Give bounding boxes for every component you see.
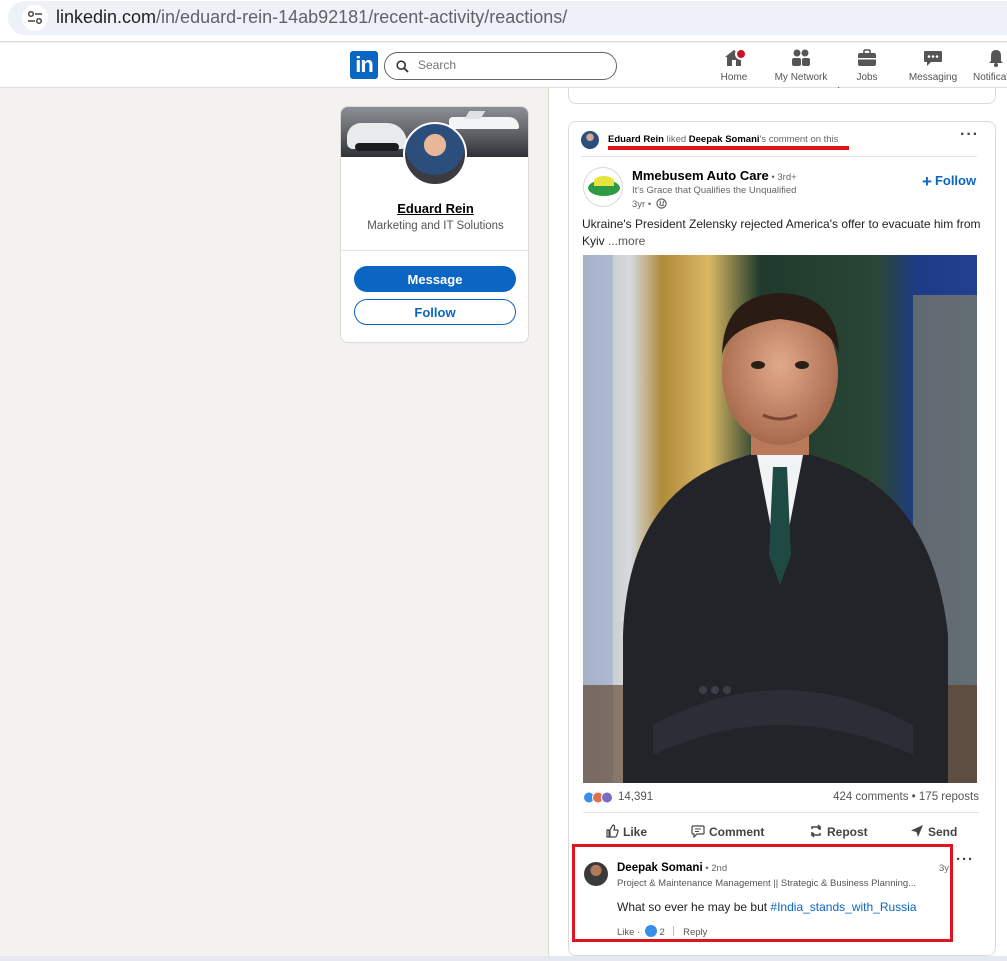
url-path: /in/eduard-rein-14ab92181/recent-activit… <box>156 7 568 27</box>
plus-icon: + <box>922 172 932 191</box>
follow-profile-button[interactable]: Follow <box>354 299 516 325</box>
see-more-link[interactable]: ...more <box>608 234 645 248</box>
site-info-icon[interactable] <box>22 5 48 31</box>
comment-label: Comment <box>709 825 765 839</box>
highlight-underline <box>608 146 849 150</box>
nav-my-network[interactable]: My Network <box>766 47 836 83</box>
comment-hashtag-link[interactable]: #India_stands_with_Russia <box>770 900 916 914</box>
linkedin-top-nav: in Home My Network Jobs Messaging Notifi… <box>0 43 1007 88</box>
repost-label: Repost <box>827 825 868 839</box>
commenter-name-text: Deepak Somani <box>617 862 703 874</box>
comment-text: What so ever he may be but #India_stands… <box>617 900 917 914</box>
banner-jet <box>449 117 519 129</box>
post-card: Eduard Rein liked Deepak Somani's commen… <box>568 121 996 956</box>
activity-target-link[interactable]: Deepak Somani <box>689 134 760 145</box>
briefcase-icon <box>858 49 876 66</box>
activity-actor-avatar[interactable] <box>581 131 599 149</box>
activity-feed: · Eduard Rein liked Deepak Somani's comm… <box>548 82 1007 956</box>
like-label: Like <box>623 825 648 839</box>
profile-card: Eduard Rein Marketing and IT Solutions M… <box>340 106 529 343</box>
url-text: linkedin.com/in/eduard-rein-14ab92181/re… <box>56 7 567 28</box>
comment-icon <box>691 825 705 839</box>
message-button[interactable]: Message <box>354 266 516 292</box>
comment-reply-button[interactable]: Reply <box>683 927 707 938</box>
nav-jobs[interactable]: Jobs <box>832 47 902 83</box>
nav-jobs-label: Jobs <box>856 72 878 83</box>
profile-name[interactable]: Eduard Rein <box>341 201 528 216</box>
comment-button[interactable]: Comment <box>691 824 764 839</box>
comments-reposts-count[interactable]: 424 comments • 175 reposts <box>833 791 979 803</box>
comment-actions-separator <box>673 926 675 936</box>
previous-post-fragment: · <box>837 82 841 93</box>
nav-notifications-label: Notificat <box>973 72 1007 83</box>
like-button[interactable]: Like <box>605 824 647 839</box>
nav-messaging[interactable]: Messaging <box>898 47 968 83</box>
follow-author-button[interactable]: + Follow <box>922 172 976 192</box>
commenter-degree: • 2nd <box>702 863 728 874</box>
comment-text-plain: What so ever he may be but <box>617 900 771 914</box>
previous-post-end: · <box>568 82 996 104</box>
home-notification-badge <box>735 48 747 60</box>
author-name-text: Mmebusem Auto Care <box>632 168 769 183</box>
nav-messaging-label: Messaging <box>908 72 958 83</box>
activity-actor-link[interactable]: Eduard Rein <box>608 134 664 145</box>
send-label: Send <box>928 825 958 839</box>
author-degree: • 3rd+ <box>768 172 797 183</box>
globe-icon <box>656 198 667 209</box>
page-main: Eduard Rein Marketing and IT Solutions M… <box>0 82 1007 956</box>
activity-verb: liked <box>663 134 689 145</box>
send-button[interactable]: Send <box>910 824 957 839</box>
comment-actions: Like · 2 Reply <box>617 925 708 938</box>
card-divider <box>341 250 528 251</box>
portrait-photo <box>583 255 977 783</box>
nav-home-label: Home <box>720 72 748 83</box>
repost-button[interactable]: Repost <box>809 824 868 839</box>
banner-car <box>347 123 407 151</box>
comment-more-options-icon[interactable]: ··· <box>956 851 974 868</box>
commenter-avatar[interactable] <box>584 862 608 886</box>
nav-my-network-label: My Network <box>774 72 828 83</box>
search-input[interactable] <box>418 58 608 72</box>
url-field[interactable]: linkedin.com/in/eduard-rein-14ab92181/re… <box>8 1 1007 35</box>
nav-notifications[interactable]: Notificat <box>961 47 1007 83</box>
send-icon <box>911 825 923 837</box>
search-icon <box>396 60 409 73</box>
activity-text: Eduard Rein liked Deepak Somani's commen… <box>608 134 838 145</box>
commenter-headline: Project & Maintenance Management || Stra… <box>617 878 917 889</box>
browser-address-bar: linkedin.com/in/eduard-rein-14ab92181/re… <box>0 0 1007 42</box>
comment-like-count[interactable]: 2 <box>660 927 665 938</box>
url-host: linkedin.com <box>56 7 157 27</box>
taskbar-edge <box>0 956 1007 961</box>
network-icon <box>792 49 810 66</box>
post-more-options-icon[interactable]: ··· <box>960 126 979 144</box>
author-logo[interactable] <box>583 167 623 207</box>
thumbs-up-icon <box>606 824 619 838</box>
messaging-icon <box>924 51 942 66</box>
search-box[interactable] <box>384 52 617 80</box>
post-text: Ukraine's President Zelensky rejected Am… <box>582 216 982 250</box>
comment-time: 3y <box>939 863 950 874</box>
profile-avatar[interactable] <box>403 122 467 186</box>
activity-suffix: 's comment on this <box>759 134 839 145</box>
post-time-text: 3yr • <box>632 199 652 210</box>
activity-divider <box>581 156 977 157</box>
bell-icon <box>989 50 1003 67</box>
author-tagline: It's Grace that Qualifies the Unqualifie… <box>632 185 797 196</box>
comment-highlight-box: Deepak Somani • 2nd Project & Maintenanc… <box>572 844 953 942</box>
comment-like-reaction-icon[interactable] <box>644 925 657 937</box>
reaction-icons[interactable] <box>583 791 615 804</box>
post-image[interactable] <box>583 255 977 783</box>
nav-home[interactable]: Home <box>699 47 769 83</box>
profile-headline: Marketing and IT Solutions <box>367 220 504 232</box>
linkedin-logo[interactable]: in <box>350 51 378 79</box>
reaction-count[interactable]: 14,391 <box>618 791 653 803</box>
actions-divider <box>583 812 979 813</box>
post-time: 3yr • <box>632 198 667 210</box>
author-name[interactable]: Mmebusem Auto Care • 3rd+ <box>632 168 797 183</box>
comment-like-button[interactable]: Like <box>617 927 634 938</box>
commenter-name[interactable]: Deepak Somani • 2nd <box>617 862 727 874</box>
social-counts: 14,391 424 comments • 175 reposts <box>583 790 979 806</box>
follow-author-label: Follow <box>934 173 977 188</box>
repost-icon <box>810 824 822 838</box>
